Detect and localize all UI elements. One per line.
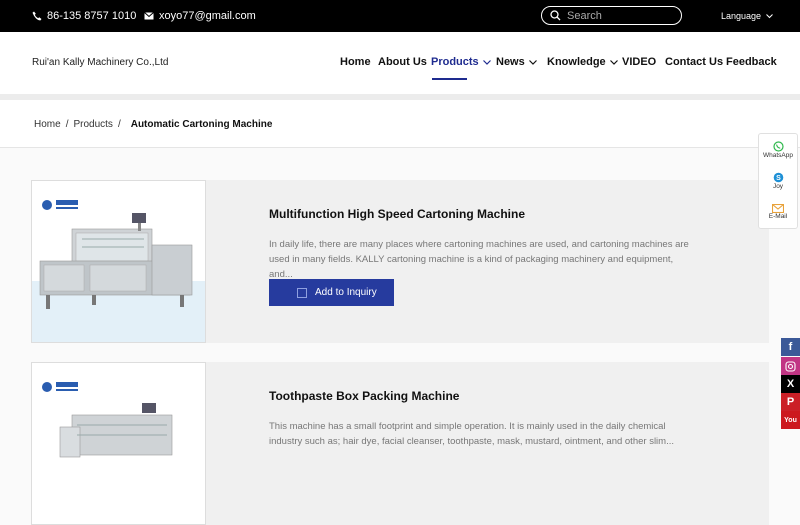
whatsapp-label: WhatsApp <box>763 151 793 159</box>
email-address: xoyo77@gmail.com <box>159 10 256 22</box>
breadcrumb-separator: / <box>65 119 69 130</box>
site-header: Rui'an Kally Machinery Co.,Ltd Home Abou… <box>0 32 800 94</box>
cartoning-machine-image <box>32 181 205 342</box>
floating-contact-panel: WhatsApp S Joy E-Mail <box>758 133 798 229</box>
product-card[interactable]: Multifunction High Speed Cartoning Machi… <box>31 180 769 343</box>
facebook-icon: f <box>788 341 793 353</box>
nav-home-label: Home <box>340 56 371 68</box>
product-card[interactable]: Toothpaste Box Packing Machine This mach… <box>31 362 769 525</box>
nav-contact-us-label: Contact Us <box>665 56 724 68</box>
mail-icon <box>772 203 784 213</box>
nav-video-label: VIDEO <box>622 56 657 68</box>
nav-video[interactable]: VIDEO <box>622 56 656 68</box>
main-nav: Home About Us Products News Knowledge VI… <box>0 56 800 76</box>
nav-news[interactable]: News <box>496 56 537 68</box>
chevron-down-icon <box>528 59 537 65</box>
youtube-icon: You <box>784 416 797 424</box>
whatsapp-contact[interactable]: WhatsApp <box>759 134 797 165</box>
search-icon[interactable] <box>550 10 561 21</box>
svg-text:S: S <box>776 175 781 182</box>
nav-knowledge-label: Knowledge <box>547 56 606 68</box>
product-image[interactable] <box>31 180 206 343</box>
product-image[interactable] <box>31 362 206 525</box>
email-contact-widget[interactable]: E-Mail <box>759 196 797 227</box>
add-to-inquiry-label: Add to Inquiry <box>315 287 377 298</box>
product-description: This machine has a small footprint and s… <box>269 421 674 447</box>
instagram-icon <box>785 360 796 372</box>
instagram-link[interactable] <box>781 357 800 375</box>
phone-icon <box>32 11 42 21</box>
pinterest-icon: P <box>786 396 795 408</box>
youtube-link[interactable]: You <box>781 411 800 429</box>
facebook-link[interactable]: f <box>781 338 800 356</box>
nav-contact-us[interactable]: Contact Us <box>665 56 723 68</box>
x-link[interactable]: X <box>781 375 800 393</box>
breadcrumb: Home / Products / Automatic Cartoning Ma… <box>34 119 272 130</box>
nav-products[interactable]: Products <box>431 56 491 68</box>
top-bar: 86-135 8757 1010 xoyo77@gmail.com Langua… <box>0 0 800 32</box>
breadcrumb-products[interactable]: Products <box>73 119 112 130</box>
toothpaste-machine-image <box>32 363 205 524</box>
active-nav-underline <box>432 78 467 80</box>
whatsapp-icon <box>772 140 784 152</box>
add-to-inquiry-button[interactable]: Add to Inquiry <box>269 279 394 306</box>
language-label: Language <box>721 11 762 21</box>
search-input[interactable] <box>567 9 667 22</box>
breadcrumb-separator: / <box>117 119 121 130</box>
nav-feedback[interactable]: Feedback <box>726 56 777 68</box>
breadcrumb-bar: Home / Products / Automatic Cartoning Ma… <box>0 100 800 148</box>
chevron-down-icon <box>609 59 618 65</box>
checkbox-icon <box>297 287 307 298</box>
chevron-down-icon <box>482 59 491 65</box>
mail-icon <box>144 12 154 20</box>
nav-about-us[interactable]: About Us <box>378 56 427 68</box>
nav-feedback-label: Feedback <box>726 56 777 68</box>
nav-home[interactable]: Home <box>340 56 371 68</box>
breadcrumb-home[interactable]: Home <box>34 119 61 130</box>
skype-contact[interactable]: S Joy <box>759 165 797 196</box>
x-icon: X <box>786 378 795 390</box>
nav-knowledge[interactable]: Knowledge <box>547 56 618 68</box>
skype-icon: S <box>773 172 783 182</box>
phone-contact[interactable]: 86-135 8757 1010 <box>32 10 136 22</box>
phone-number: 86-135 8757 1010 <box>47 10 137 22</box>
nav-products-label: Products <box>431 56 479 68</box>
search-box[interactable] <box>541 6 682 25</box>
email-contact[interactable]: xoyo77@gmail.com <box>144 10 256 22</box>
chevron-down-icon <box>766 13 773 18</box>
product-title[interactable]: Toothpaste Box Packing Machine <box>269 389 459 403</box>
language-selector[interactable]: Language <box>721 11 773 21</box>
nav-about-us-label: About Us <box>378 56 427 68</box>
product-title[interactable]: Multifunction High Speed Cartoning Machi… <box>269 207 525 221</box>
skype-label: Joy <box>772 182 784 190</box>
breadcrumb-current: Automatic Cartoning Machine <box>130 119 273 130</box>
pinterest-link[interactable]: P <box>781 393 800 411</box>
product-description: In daily life, there are many places whe… <box>269 239 689 280</box>
email-label: E-Mail <box>768 212 788 220</box>
nav-news-label: News <box>496 56 525 68</box>
